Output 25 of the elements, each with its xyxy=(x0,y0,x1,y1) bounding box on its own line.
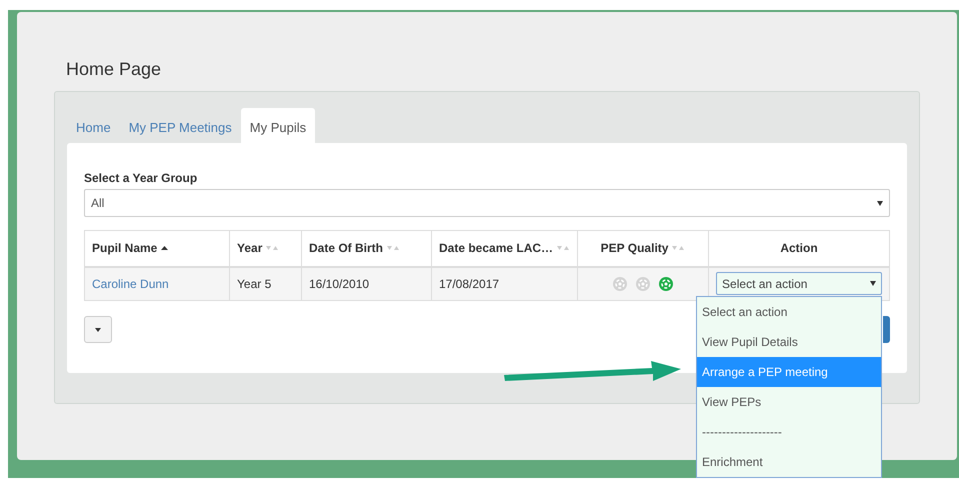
column-header[interactable]: Date Of Birth xyxy=(309,239,384,258)
year-group-select[interactable]: All xyxy=(84,189,890,217)
dropdown-option[interactable]: Select an action xyxy=(697,297,881,327)
table-cell: 16/10/2010 xyxy=(309,276,370,291)
column-header[interactable]: Date became LAC… xyxy=(439,239,554,258)
tab[interactable]: My Pupils xyxy=(240,108,316,143)
dropdown-option[interactable]: -------------------- xyxy=(697,417,881,447)
action-select[interactable]: Select an action xyxy=(716,272,882,296)
dropdown-option[interactable]: Enrichment xyxy=(697,447,881,477)
button[interactable] xyxy=(883,316,890,343)
caret-icon xyxy=(95,328,101,332)
field-label: Select a Year Group xyxy=(84,170,198,187)
pupil-link[interactable]: Caroline Dunn xyxy=(92,276,169,291)
column-header[interactable]: Year xyxy=(237,239,262,258)
column-header[interactable]: Pupil Name xyxy=(92,239,158,258)
page-title: Home Page xyxy=(66,58,162,81)
toggle-button[interactable] xyxy=(84,316,112,343)
column-header[interactable]: PEP Quality xyxy=(600,239,668,258)
caret-icon xyxy=(870,281,876,286)
table-cell: Year 5 xyxy=(237,276,272,291)
caret-icon xyxy=(877,200,883,206)
table-cell: 17/08/2017 xyxy=(439,276,500,291)
dropdown-option[interactable]: View Pupil Details xyxy=(697,327,881,357)
column-header[interactable]: Action xyxy=(780,239,818,258)
dropdown-option[interactable]: View PEPs xyxy=(697,387,881,417)
